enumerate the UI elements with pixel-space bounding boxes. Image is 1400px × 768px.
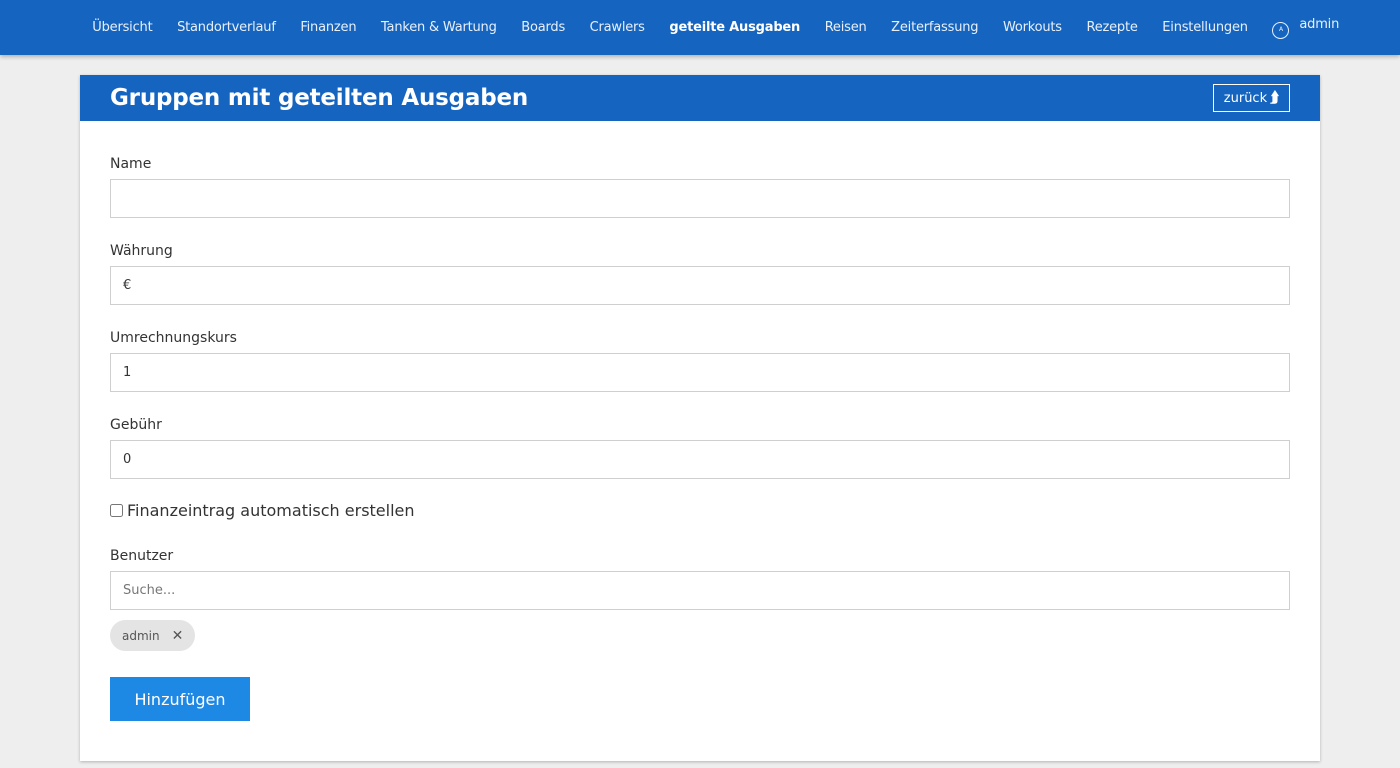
nav-item-crawlers[interactable]: Crawlers: [577, 20, 657, 35]
nav-item-finanzen[interactable]: Finanzen: [288, 20, 369, 35]
auto-finance-option[interactable]: Finanzeintrag automatisch erstellen: [110, 501, 415, 520]
name-input[interactable]: [110, 179, 1290, 218]
nav-item-tanken-wartung[interactable]: Tanken & Wartung: [369, 20, 509, 35]
name-label: Name: [110, 156, 152, 172]
group-form-card: Gruppen mit geteilten Ausgaben zurück ⮭ N…: [80, 75, 1320, 761]
top-navigation: Übersicht Standortverlauf Finanzen Tanke…: [0, 0, 1400, 55]
nav-menu: Übersicht Standortverlauf Finanzen Tanke…: [80, 0, 1351, 55]
add-button[interactable]: Hinzufügen: [110, 677, 250, 721]
currency-input[interactable]: [110, 266, 1290, 305]
back-button[interactable]: zurück ⮭: [1212, 84, 1290, 112]
page-title: Gruppen mit geteilten Ausgaben: [110, 85, 529, 111]
arrow-up-icon: ⮭: [1270, 88, 1279, 106]
fee-input[interactable]: [110, 440, 1290, 479]
user-chip: admin ✕: [110, 620, 196, 651]
nav-item-einstellungen[interactable]: Einstellungen: [1150, 20, 1260, 35]
user-circle-icon: A: [1272, 21, 1290, 39]
nav-user-menu[interactable]: A admin: [1260, 17, 1351, 39]
exchange-rate-input[interactable]: [110, 353, 1290, 392]
nav-item-reisen[interactable]: Reisen: [812, 20, 878, 35]
nav-item-boards[interactable]: Boards: [509, 20, 577, 35]
fee-label: Gebühr: [110, 417, 162, 433]
user-search-input[interactable]: [110, 571, 1290, 610]
user-name: admin: [1299, 17, 1340, 32]
currency-label: Währung: [110, 243, 173, 259]
card-header: Gruppen mit geteilten Ausgaben zurück ⮭: [80, 75, 1320, 121]
nav-item-geteilte-ausgaben[interactable]: geteilte Ausgaben: [657, 20, 812, 35]
auto-finance-checkbox[interactable]: [110, 504, 123, 517]
auto-finance-label: Finanzeintrag automatisch erstellen: [127, 501, 415, 520]
users-label: Benutzer: [110, 548, 174, 564]
nav-item-rezepte[interactable]: Rezepte: [1074, 20, 1150, 35]
nav-item-workouts[interactable]: Workouts: [991, 20, 1075, 35]
exchange-rate-label: Umrechnungskurs: [110, 330, 237, 346]
nav-item-standortverlauf[interactable]: Standortverlauf: [165, 20, 288, 35]
user-chip-label: admin: [122, 628, 160, 643]
nav-item-uebersicht[interactable]: Übersicht: [80, 20, 165, 35]
remove-user-icon[interactable]: ✕: [172, 628, 184, 644]
nav-item-zeiterfassung[interactable]: Zeiterfassung: [879, 20, 991, 35]
back-button-label: zurück: [1223, 91, 1268, 106]
